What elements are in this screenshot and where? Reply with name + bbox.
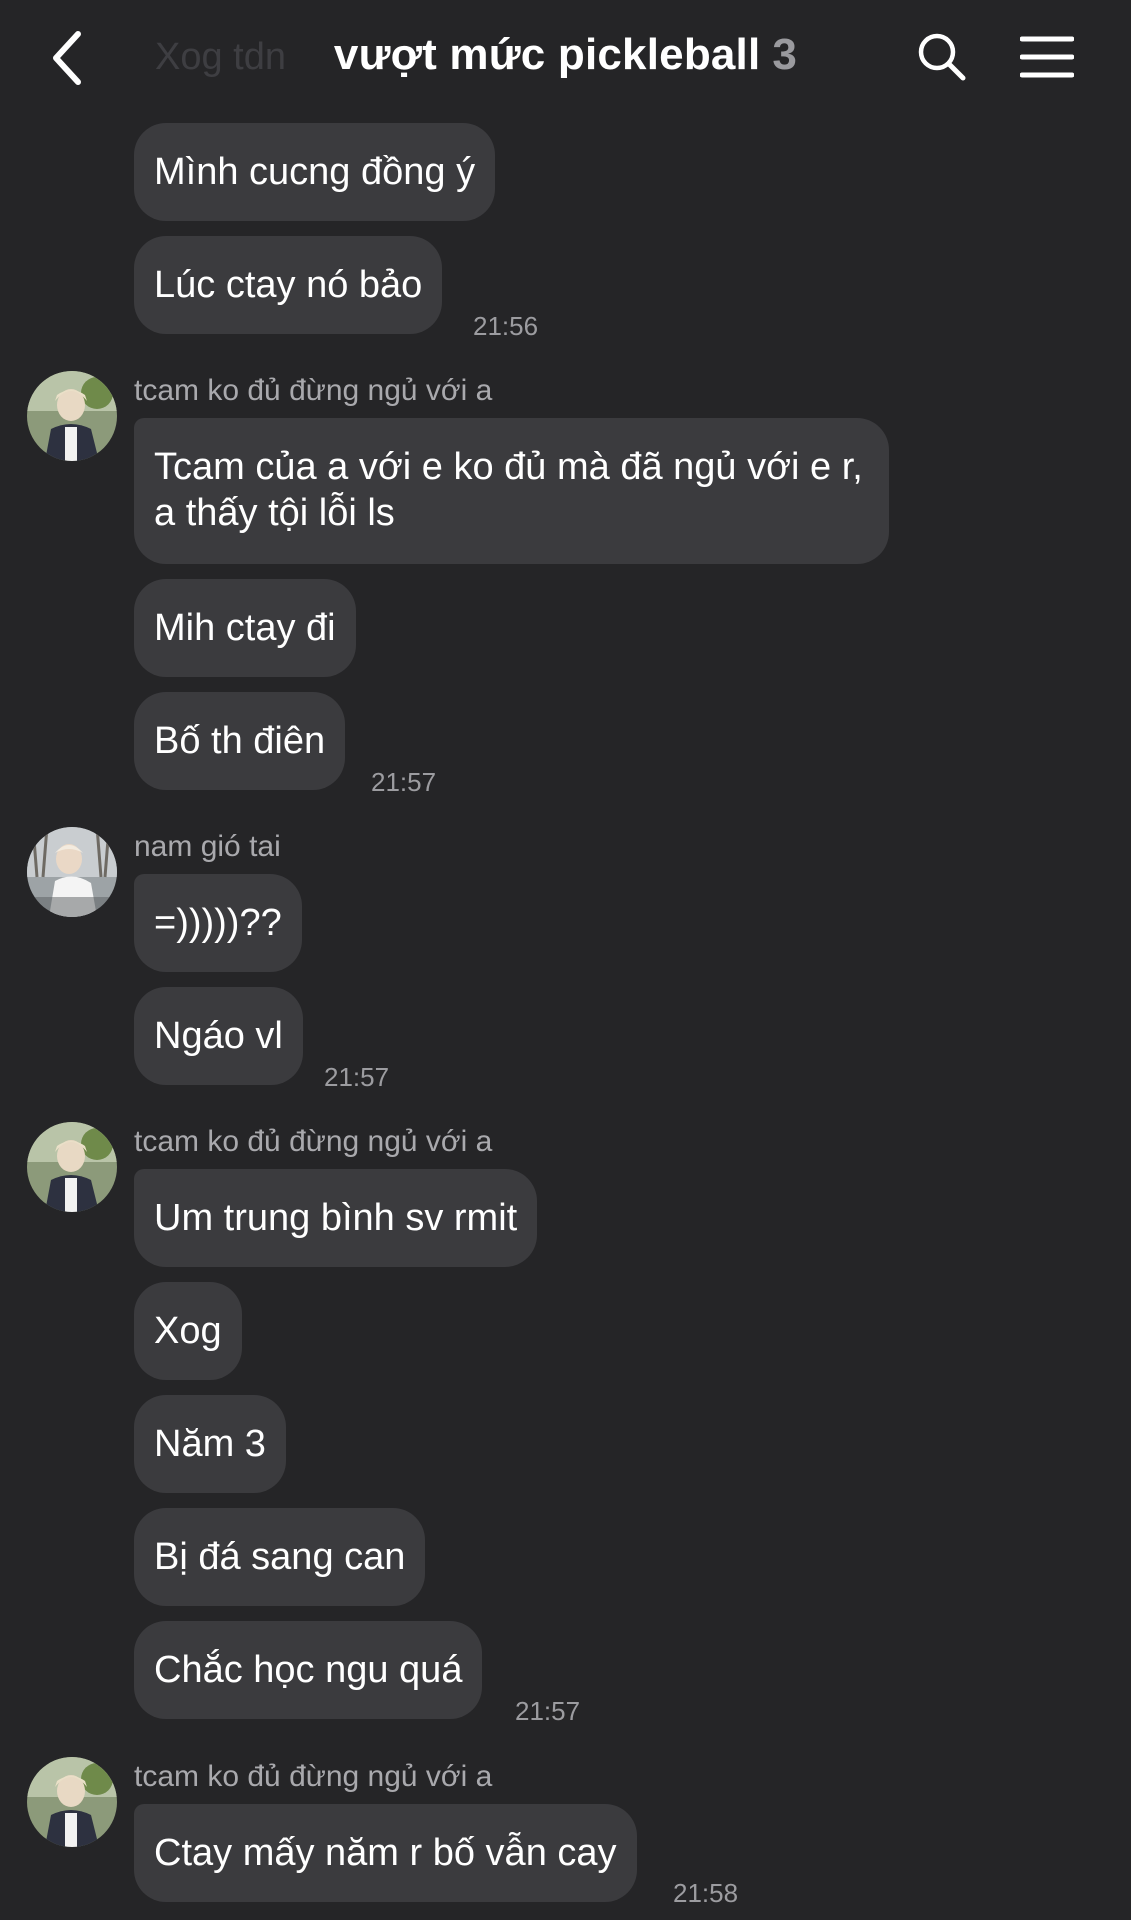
message-bubble[interactable]: Mình cucng đồng ý bbox=[134, 123, 496, 221]
message-bubble[interactable]: Xog bbox=[134, 1282, 242, 1380]
avatar[interactable] bbox=[27, 1122, 117, 1212]
message-time: 21:56 bbox=[473, 311, 539, 341]
search-icon[interactable] bbox=[915, 30, 967, 82]
message-bubble[interactable]: Chắc học ngu quá bbox=[134, 1621, 483, 1719]
sender-name: tcam ko đủ đừng ngủ với a bbox=[134, 374, 493, 407]
avatar[interactable] bbox=[27, 371, 117, 461]
message-time: 21:57 bbox=[371, 767, 437, 797]
avatar-photo bbox=[27, 1757, 117, 1847]
message-bubble[interactable]: Um trung bình sv rmit bbox=[134, 1169, 538, 1267]
group-name: vượt mức pickleball bbox=[333, 30, 761, 79]
message-bubble[interactable]: Ngáo vl bbox=[134, 987, 303, 1085]
avatar-photo bbox=[27, 371, 117, 461]
message-bubble[interactable]: Mih ctay đi bbox=[134, 579, 356, 677]
message-time: 21:57 bbox=[324, 1062, 390, 1092]
message-time: 21:58 bbox=[673, 1878, 739, 1908]
sender-name: tcam ko đủ đừng ngủ với a bbox=[134, 1125, 493, 1158]
avatar[interactable] bbox=[27, 827, 117, 917]
message-bubble[interactable]: Bị đá sang can bbox=[134, 1508, 426, 1606]
message-bubble[interactable]: Bố th điên bbox=[134, 692, 346, 790]
message-bubble[interactable]: Tcam của a với e ko đủ mà đã ngủ với e r… bbox=[134, 418, 889, 564]
message-time: 21:57 bbox=[515, 1696, 581, 1726]
message-bubble[interactable]: =)))))?? bbox=[134, 874, 302, 972]
message-bubble[interactable]: Lúc ctay nó bảo bbox=[134, 236, 443, 334]
message-bubble[interactable]: Ctay mấy năm r bố vẫn cay bbox=[134, 1804, 637, 1902]
member-count: 3 bbox=[772, 30, 798, 79]
sender-name: tcam ko đủ đừng ngủ với a bbox=[134, 1760, 493, 1793]
menu-icon[interactable] bbox=[1020, 34, 1074, 80]
avatar[interactable] bbox=[27, 1757, 117, 1847]
avatar-photo bbox=[27, 1122, 117, 1212]
avatar-photo bbox=[27, 827, 117, 917]
chat-header: Xog tdn vượt mức pickleball 3 bbox=[0, 0, 1131, 118]
sender-name: nam gió tai bbox=[134, 830, 281, 863]
message-bubble[interactable]: Năm 3 bbox=[134, 1395, 286, 1493]
